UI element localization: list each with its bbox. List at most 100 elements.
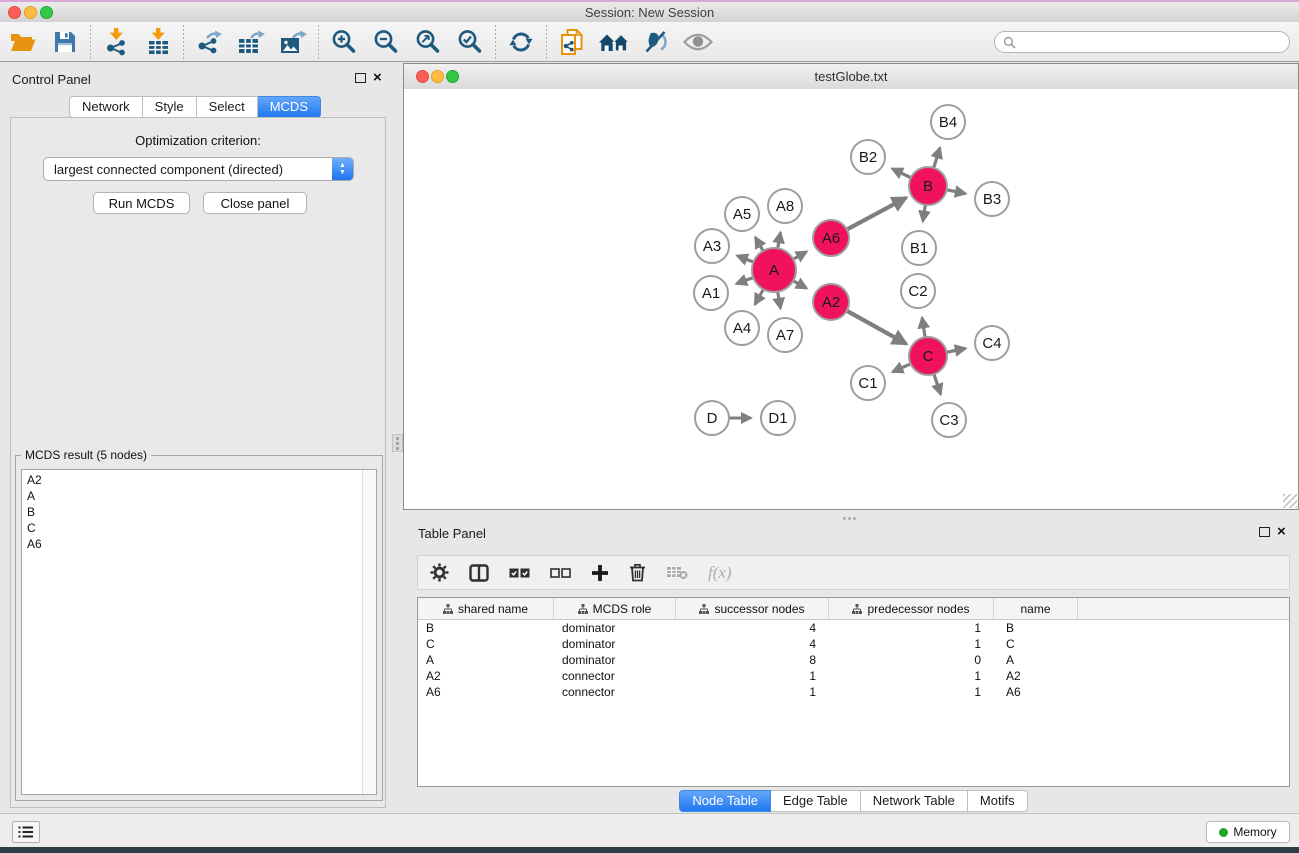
table-row[interactable]: Adominator80A xyxy=(418,652,1289,668)
tab-style[interactable]: Style xyxy=(143,96,197,118)
zoom-selected-icon[interactable] xyxy=(449,24,491,60)
column-header-name[interactable]: name xyxy=(994,598,1078,619)
close-table-panel-icon[interactable]: × xyxy=(1277,527,1286,537)
new-network-from-selection-icon[interactable] xyxy=(551,24,593,60)
tab-network-table[interactable]: Network Table xyxy=(861,790,968,812)
tab-node-table[interactable]: Node Table xyxy=(679,790,771,812)
close-panel-icon[interactable]: × xyxy=(373,73,382,83)
mcds-result-list[interactable]: A2ABCA6 xyxy=(21,469,377,795)
node-table[interactable]: shared nameMCDS rolesuccessor nodesprede… xyxy=(417,597,1290,787)
mcds-panel: Optimization criterion: largest connecte… xyxy=(10,117,386,808)
table-cell[interactable]: 0 xyxy=(829,652,994,668)
table-cell[interactable]: 1 xyxy=(676,684,829,700)
optimization-criterion-select[interactable]: largest connected component (directed) ▲… xyxy=(43,157,354,181)
hierarchy-icon xyxy=(578,604,588,614)
column-header-successor-nodes[interactable]: successor nodes xyxy=(676,598,829,619)
create-column-icon[interactable] xyxy=(591,564,609,582)
home-icon[interactable] xyxy=(593,24,635,60)
zoom-fit-icon[interactable] xyxy=(407,24,449,60)
close-panel-button[interactable]: Close panel xyxy=(203,192,307,214)
table-cell[interactable]: A xyxy=(994,652,1078,668)
zoom-out-icon[interactable] xyxy=(365,24,407,60)
table-cell[interactable]: C xyxy=(418,636,554,652)
float-panel-icon[interactable] xyxy=(355,73,366,83)
table-cell[interactable]: A6 xyxy=(994,684,1078,700)
toolbar-separator xyxy=(546,25,547,59)
function-builder-icon[interactable]: f(x) xyxy=(708,563,732,583)
zoom-in-icon[interactable] xyxy=(323,24,365,60)
export-image-icon[interactable] xyxy=(272,24,314,60)
table-cell[interactable]: 8 xyxy=(676,652,829,668)
list-item[interactable]: A6 xyxy=(27,536,371,552)
tab-mcds[interactable]: MCDS xyxy=(258,96,321,118)
network-canvas[interactable]: AA6A2BCA5A8A3A1A4A7B2B4B3B1C2C4C1C3DD1 xyxy=(404,89,1298,509)
table-row[interactable]: A2connector11A2 xyxy=(418,668,1289,684)
table-options-gear-icon[interactable] xyxy=(430,563,449,582)
table-cell[interactable]: dominator xyxy=(554,636,676,652)
graph-node-label: C1 xyxy=(858,375,877,392)
run-mcds-button[interactable]: Run MCDS xyxy=(93,192,190,214)
select-all-columns-icon[interactable] xyxy=(509,567,530,579)
column-header-shared-name[interactable]: shared name xyxy=(418,598,554,619)
network-window-titlebar[interactable]: testGlobe.txt xyxy=(404,64,1298,90)
save-session-icon[interactable] xyxy=(44,24,86,60)
list-item[interactable]: A xyxy=(27,488,371,504)
column-header-MCDS-role[interactable]: MCDS role xyxy=(554,598,676,619)
tab-select[interactable]: Select xyxy=(197,96,258,118)
table-cell[interactable]: 1 xyxy=(829,684,994,700)
table-header-row: shared nameMCDS rolesuccessor nodesprede… xyxy=(418,598,1289,620)
search-field[interactable] xyxy=(994,31,1290,53)
list-item[interactable]: B xyxy=(27,504,371,520)
table-cell[interactable]: connector xyxy=(554,668,676,684)
table-cell[interactable]: B xyxy=(418,620,554,636)
window-resize-grip[interactable] xyxy=(1283,494,1297,508)
table-row[interactable]: A6connector11A6 xyxy=(418,684,1289,700)
import-table-icon[interactable] xyxy=(137,24,179,60)
export-network-icon[interactable] xyxy=(188,24,230,60)
task-history-button[interactable] xyxy=(12,821,40,843)
table-cell[interactable]: B xyxy=(994,620,1078,636)
show-graphics-details-eye-icon[interactable] xyxy=(677,24,719,60)
search-input[interactable] xyxy=(1016,34,1270,50)
graph-node-label: A8 xyxy=(776,198,794,215)
table-cell[interactable]: connector xyxy=(554,684,676,700)
split-pane-divider-horizontal[interactable] xyxy=(840,514,858,522)
column-header-predecessor-nodes[interactable]: predecessor nodes xyxy=(829,598,994,619)
table-cell[interactable]: A6 xyxy=(418,684,554,700)
tab-motifs[interactable]: Motifs xyxy=(968,790,1028,812)
control-panel-tabs: NetworkStyleSelectMCDS xyxy=(0,96,390,118)
refresh-layout-icon[interactable] xyxy=(500,24,542,60)
split-pane-divider-vertical[interactable] xyxy=(392,434,403,452)
table-cell[interactable]: 1 xyxy=(829,636,994,652)
open-folder-icon[interactable] xyxy=(2,24,44,60)
table-row[interactable]: Cdominator41C xyxy=(418,636,1289,652)
tab-network[interactable]: Network xyxy=(69,96,143,118)
table-cell[interactable]: 4 xyxy=(676,636,829,652)
table-row[interactable]: Bdominator41B xyxy=(418,620,1289,636)
table-cell[interactable]: 4 xyxy=(676,620,829,636)
table-cell[interactable]: A2 xyxy=(994,668,1078,684)
table-cell[interactable]: 1 xyxy=(829,668,994,684)
delete-columns-trash-icon[interactable] xyxy=(629,563,646,582)
show-columns-icon[interactable] xyxy=(469,564,489,582)
result-list-scrollbar[interactable] xyxy=(362,470,376,794)
export-table-icon[interactable] xyxy=(230,24,272,60)
memory-button[interactable]: Memory xyxy=(1206,821,1290,843)
table-cell[interactable]: dominator xyxy=(554,652,676,668)
hide-graphics-details-icon[interactable] xyxy=(635,24,677,60)
list-item[interactable]: A2 xyxy=(27,472,371,488)
delete-table-icon[interactable] xyxy=(666,565,688,580)
import-network-icon[interactable] xyxy=(95,24,137,60)
tab-edge-table[interactable]: Edge Table xyxy=(771,790,861,812)
float-table-panel-icon[interactable] xyxy=(1259,527,1270,537)
table-cell[interactable]: 1 xyxy=(676,668,829,684)
table-cell[interactable]: dominator xyxy=(554,620,676,636)
deselect-all-columns-icon[interactable] xyxy=(550,567,571,579)
table-cell[interactable]: A2 xyxy=(418,668,554,684)
graph-node-label: A6 xyxy=(822,230,840,247)
network-graph: AA6A2BCA5A8A3A1A4A7B2B4B3B1C2C4C1C3DD1 xyxy=(404,89,1298,509)
table-cell[interactable]: C xyxy=(994,636,1078,652)
list-item[interactable]: C xyxy=(27,520,371,536)
table-cell[interactable]: A xyxy=(418,652,554,668)
table-cell[interactable]: 1 xyxy=(829,620,994,636)
